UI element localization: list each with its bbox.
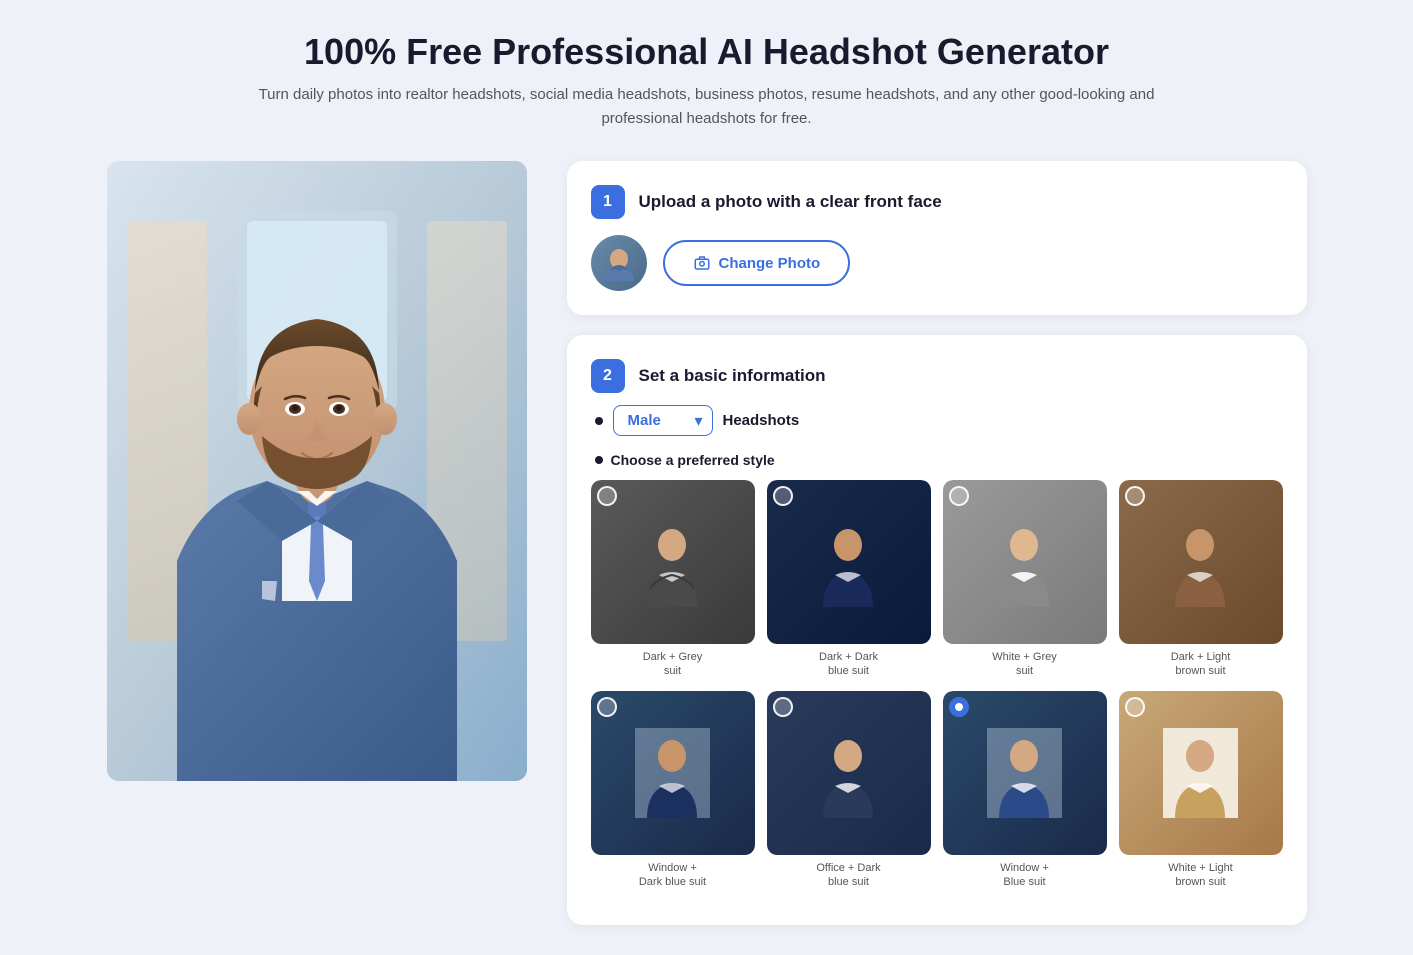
style-label-4: Dark + Lightbrown suit: [1171, 650, 1231, 679]
style-item-7[interactable]: Window +Blue suit: [943, 691, 1107, 890]
style-radio-3: [949, 486, 969, 506]
style-radio-4: [1125, 486, 1145, 506]
step2-header: 2 Set a basic information: [591, 359, 1283, 393]
style-img-5: [591, 691, 755, 855]
step1-card: 1 Upload a photo with a clear front face: [567, 161, 1307, 315]
style-label-3: White + Greysuit: [992, 650, 1057, 679]
change-photo-button[interactable]: Change Photo: [663, 240, 851, 286]
gender-select[interactable]: Male Female: [613, 405, 713, 436]
step1-title: Upload a photo with a clear front face: [639, 192, 942, 212]
main-content: 1 Upload a photo with a clear front face: [107, 161, 1307, 925]
avatar: [591, 235, 647, 291]
style-img-8: [1119, 691, 1283, 855]
style-img-6: [767, 691, 931, 855]
headshots-label: Headshots: [723, 412, 800, 429]
style-radio-2: [773, 486, 793, 506]
style-img-wrapper-2: [767, 480, 931, 644]
style-item-5[interactable]: Window +Dark blue suit: [591, 691, 755, 890]
step2-title: Set a basic information: [639, 366, 826, 386]
person-illustration: [107, 161, 527, 781]
style-radio-5: [597, 697, 617, 717]
style-radio-6: [773, 697, 793, 717]
style-img-2: [767, 480, 931, 644]
style-label-6: Office + Darkblue suit: [816, 861, 880, 890]
style-label-2: Dark + Darkblue suit: [819, 650, 878, 679]
style-img-1: [591, 480, 755, 644]
style-img-wrapper-3: [943, 480, 1107, 644]
step1-header: 1 Upload a photo with a clear front face: [591, 185, 1283, 219]
style-item-8[interactable]: White + Lightbrown suit: [1119, 691, 1283, 890]
style-img-wrapper-1: [591, 480, 755, 644]
style-radio-8: [1125, 697, 1145, 717]
style-item-2[interactable]: Dark + Darkblue suit: [767, 480, 931, 679]
change-photo-label: Change Photo: [719, 255, 821, 272]
page-title: 100% Free Professional AI Headshot Gener…: [257, 30, 1157, 73]
style-img-7: [943, 691, 1107, 855]
style-item-4[interactable]: Dark + Lightbrown suit: [1119, 480, 1283, 679]
avatar-icon: [599, 243, 639, 283]
camera-icon: [693, 254, 711, 272]
style-label-8: White + Lightbrown suit: [1168, 861, 1233, 890]
style-radio-7: [949, 697, 969, 717]
page-header: 100% Free Professional AI Headshot Gener…: [257, 30, 1157, 131]
style-item-3[interactable]: White + Greysuit: [943, 480, 1107, 679]
gender-row: Male Female ▾ Headshots: [591, 405, 1283, 436]
avatar-inner: [591, 235, 647, 291]
style-radio-1: [597, 486, 617, 506]
style-bullet-icon: [595, 456, 603, 464]
style-img-3: [943, 480, 1107, 644]
right-panel: 1 Upload a photo with a clear front face: [567, 161, 1307, 925]
page-subtitle: Turn daily photos into realtor headshots…: [257, 83, 1157, 131]
style-label-5: Window +Dark blue suit: [639, 861, 706, 890]
style-img-wrapper-6: [767, 691, 931, 855]
step2-badge: 2: [591, 359, 625, 393]
style-label-7: Window +Blue suit: [1000, 861, 1049, 890]
main-photo-preview: [107, 161, 527, 781]
gender-select-wrapper: Male Female ▾: [613, 405, 713, 436]
style-grid-row2: Window +Dark blue suit: [591, 691, 1283, 890]
style-img-wrapper-4: [1119, 480, 1283, 644]
step2-card: 2 Set a basic information Male Female ▾ …: [567, 335, 1307, 925]
style-item-6[interactable]: Office + Darkblue suit: [767, 691, 931, 890]
style-grid-row1: Dark + Greysuit Dark: [591, 480, 1283, 679]
photo-panel: [107, 161, 527, 781]
style-img-wrapper-5: [591, 691, 755, 855]
style-label-1: Dark + Greysuit: [643, 650, 703, 679]
bullet-icon: [595, 417, 603, 425]
style-img-wrapper-7: [943, 691, 1107, 855]
style-img-wrapper-8: [1119, 691, 1283, 855]
style-img-4: [1119, 480, 1283, 644]
step1-badge: 1: [591, 185, 625, 219]
choose-style-label: Choose a preferred style: [591, 452, 1283, 468]
upload-row: Change Photo: [591, 235, 1283, 291]
style-item-1[interactable]: Dark + Greysuit: [591, 480, 755, 679]
